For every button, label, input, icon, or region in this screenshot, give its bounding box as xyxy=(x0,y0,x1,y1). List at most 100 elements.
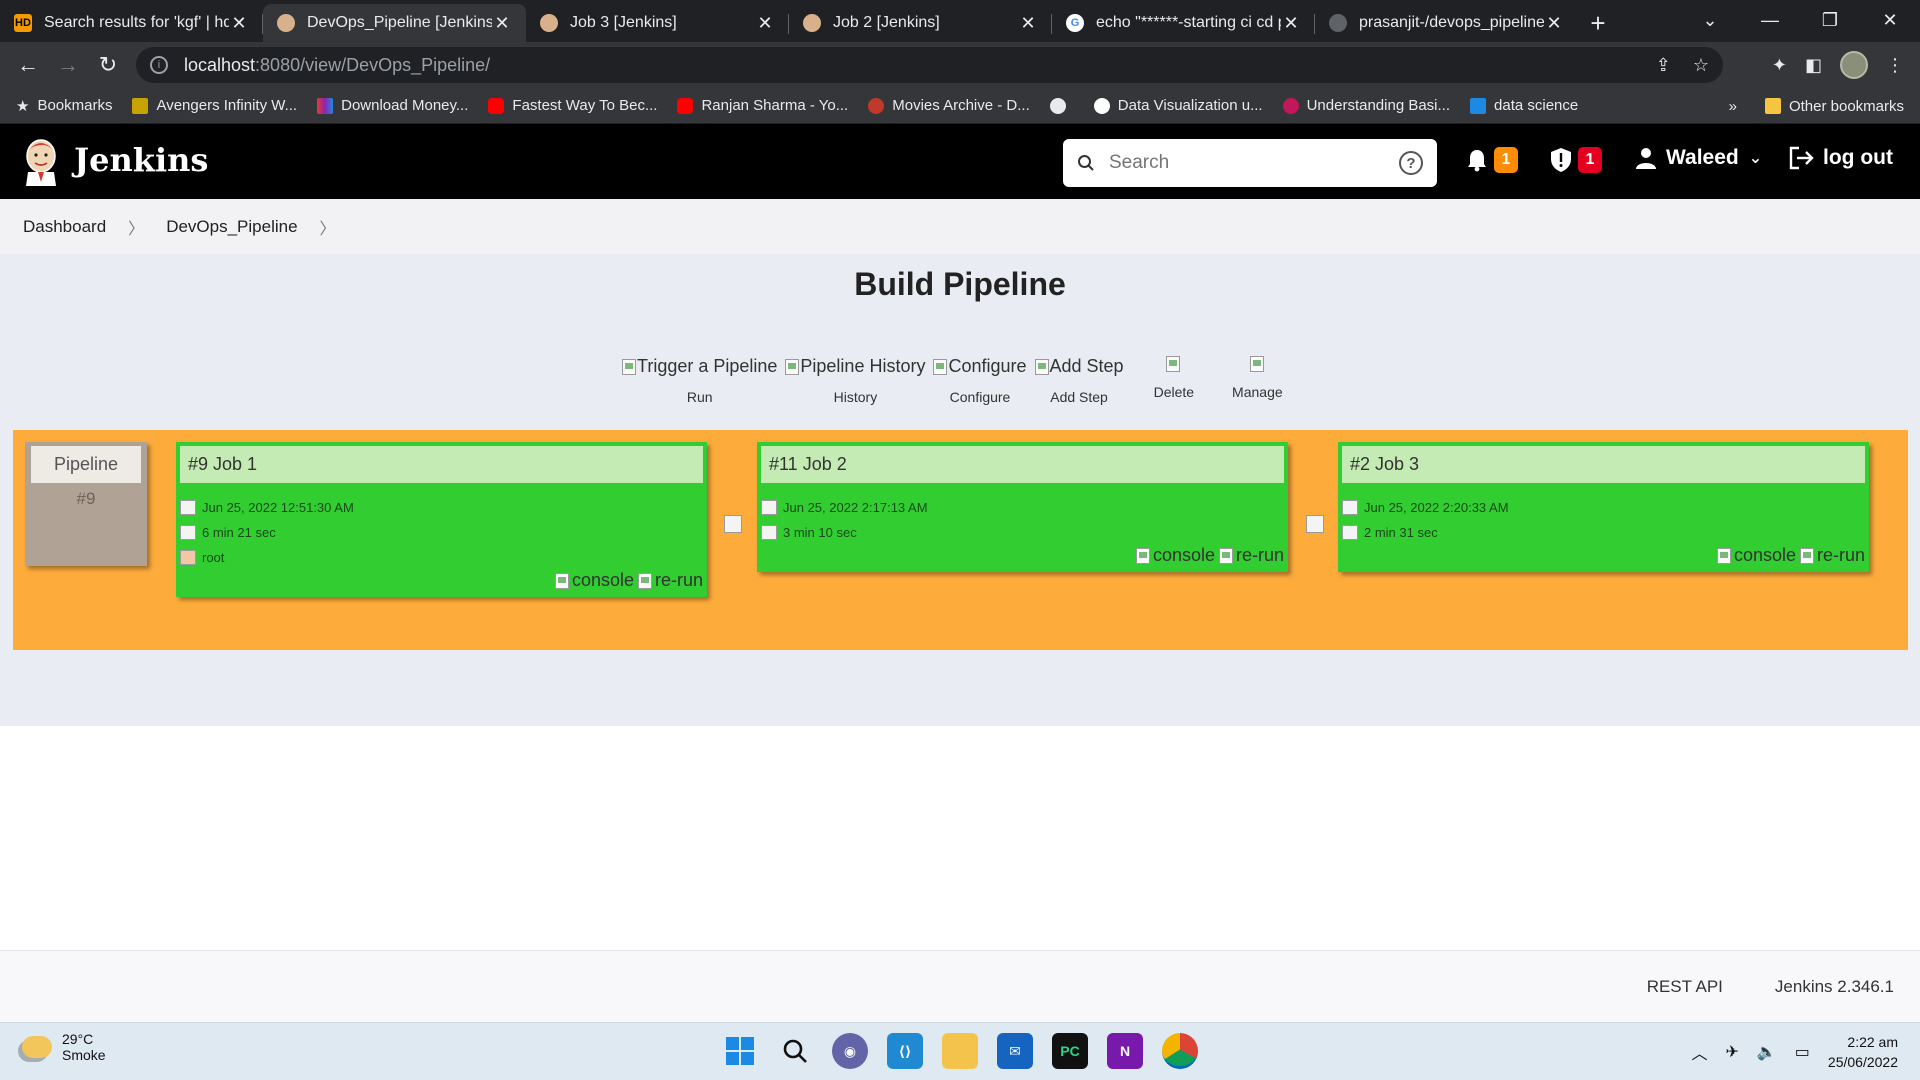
pycharm-icon[interactable]: PC xyxy=(1052,1033,1088,1069)
chat-icon[interactable]: ◉ xyxy=(832,1033,868,1069)
onenote-icon[interactable]: N xyxy=(1107,1033,1143,1069)
action-label[interactable]: Run xyxy=(687,389,713,405)
rerun-button[interactable]: re-run xyxy=(636,570,703,591)
vscode-icon[interactable]: ⟨⟩ xyxy=(887,1033,923,1069)
close-tab-icon[interactable]: ✕ xyxy=(1018,13,1038,34)
back-button[interactable]: ← xyxy=(8,45,48,85)
windows-start-icon[interactable] xyxy=(722,1033,758,1069)
tab-search-icon[interactable]: ⌄ xyxy=(1680,10,1740,31)
pipeline-history-image[interactable]: Pipeline History xyxy=(785,356,925,377)
mail-icon[interactable]: ✉ xyxy=(997,1033,1033,1069)
bookmark-item[interactable]: Ranjan Sharma - Yo... xyxy=(677,97,848,114)
chevron-right-icon[interactable]: 〉 xyxy=(128,215,144,239)
chevron-right-icon[interactable]: 〉 xyxy=(320,215,336,239)
configure-action[interactable]: Configure Configure xyxy=(933,356,1027,405)
trigger-pipeline-image[interactable]: Trigger a Pipeline xyxy=(622,356,777,377)
reload-button[interactable]: ↻ xyxy=(88,45,128,85)
close-tab-icon[interactable]: ✕ xyxy=(1544,13,1564,34)
bookmark-item[interactable]: Movies Archive - D... xyxy=(868,97,1030,114)
browser-tab[interactable]: HD Search results for 'kgf' | hdt ✕ xyxy=(0,4,263,42)
help-icon[interactable]: ? xyxy=(1399,151,1423,175)
console-label: console xyxy=(571,570,634,590)
network-icon[interactable]: ✈ xyxy=(1725,1042,1738,1062)
user-menu[interactable]: Waleed ⌄ xyxy=(1636,146,1762,170)
bookmark-item[interactable]: ★ Bookmarks xyxy=(16,97,112,115)
forward-button[interactable]: → xyxy=(48,45,88,85)
browser-tab[interactable]: prasanjit-/devops_pipeline ✕ xyxy=(1315,4,1578,42)
clock[interactable]: 2:22 am 25/06/2022 xyxy=(1828,1032,1898,1072)
close-window-button[interactable]: ✕ xyxy=(1860,10,1920,31)
minimize-button[interactable]: — xyxy=(1740,10,1800,31)
browser-tab[interactable]: G echo "******-starting ci cd p ✕ xyxy=(1052,4,1315,42)
close-tab-icon[interactable]: ✕ xyxy=(492,13,512,34)
address-bar[interactable]: i localhost :8080/view/DevOps_Pipeline/ … xyxy=(136,47,1723,83)
share-icon[interactable]: ⇪ xyxy=(1656,55,1671,76)
close-tab-icon[interactable]: ✕ xyxy=(229,13,249,34)
profile-avatar[interactable] xyxy=(1840,51,1868,79)
action-label[interactable]: Manage xyxy=(1232,384,1283,400)
extensions-icon[interactable]: ✦ xyxy=(1772,55,1787,76)
console-button[interactable]: console xyxy=(1134,545,1215,566)
rest-api-link[interactable]: REST API xyxy=(1647,977,1723,997)
battery-icon[interactable]: ▭ xyxy=(1795,1042,1810,1062)
jenkins-version-link[interactable]: Jenkins 2.346.1 xyxy=(1775,977,1894,997)
other-bookmarks[interactable]: Other bookmarks xyxy=(1764,98,1904,115)
chevron-up-icon[interactable]: ︿ xyxy=(1691,1040,1707,1064)
manage-image[interactable] xyxy=(1249,356,1265,372)
bookmark-item[interactable]: Download Money... xyxy=(317,97,468,114)
jenkins-brand[interactable]: Jenkins xyxy=(74,141,208,179)
rerun-button[interactable]: re-run xyxy=(1798,545,1865,566)
restore-button[interactable]: ❐ xyxy=(1800,10,1860,31)
side-panel-icon[interactable]: ◧ xyxy=(1805,55,1822,76)
pipeline-number[interactable]: #9 xyxy=(25,489,147,509)
rerun-button[interactable]: re-run xyxy=(1217,545,1284,566)
jenkins-logo-icon[interactable] xyxy=(22,138,60,186)
action-label[interactable]: History xyxy=(834,389,878,405)
action-label[interactable]: Add Step xyxy=(1050,389,1108,405)
close-tab-icon[interactable]: ✕ xyxy=(1281,13,1301,34)
chrome-icon[interactable] xyxy=(1162,1033,1198,1069)
add-step-image[interactable]: Add Step xyxy=(1034,356,1124,377)
close-tab-icon[interactable]: ✕ xyxy=(755,13,775,34)
bookmark-item[interactable]: Avengers Infinity W... xyxy=(132,97,297,114)
console-button[interactable]: console xyxy=(1715,545,1796,566)
search-box[interactable]: ? xyxy=(1063,139,1437,187)
delete-action[interactable]: Delete xyxy=(1154,356,1194,400)
manage-action[interactable]: Manage xyxy=(1232,356,1283,400)
configure-image[interactable]: Configure xyxy=(933,356,1027,377)
new-tab-button[interactable]: + xyxy=(1578,4,1618,42)
browser-tab-active[interactable]: DevOps_Pipeline [Jenkins] ✕ xyxy=(263,4,526,42)
add-step-action[interactable]: Add Step Add Step xyxy=(1034,356,1124,405)
breadcrumb-dashboard[interactable]: Dashboard xyxy=(23,217,106,237)
site-info-icon[interactable]: i xyxy=(150,56,168,74)
job-title[interactable]: #11 Job 2 xyxy=(761,446,1284,483)
console-button[interactable]: console xyxy=(553,570,634,591)
action-label[interactable]: Configure xyxy=(950,389,1011,405)
job-title[interactable]: #9 Job 1 xyxy=(180,446,703,483)
search-input[interactable] xyxy=(1109,152,1399,174)
bookmark-item[interactable]: Understanding Basi... xyxy=(1282,97,1450,114)
history-action[interactable]: Pipeline History History xyxy=(785,356,925,405)
bookmark-item[interactable]: data science xyxy=(1470,97,1578,114)
weather-widget[interactable]: 29°C Smoke xyxy=(22,1031,106,1063)
bookmark-star-icon[interactable]: ☆ xyxy=(1693,55,1709,76)
bookmark-item[interactable]: Data Visualization u... xyxy=(1093,97,1263,114)
more-bookmarks-button[interactable]: » xyxy=(1729,98,1737,115)
browser-tab[interactable]: Job 2 [Jenkins] ✕ xyxy=(789,4,1052,42)
action-label[interactable]: Delete xyxy=(1154,384,1194,400)
volume-icon[interactable]: 🔈 xyxy=(1757,1042,1777,1062)
pipeline-revision-box[interactable]: Pipeline #9 xyxy=(25,442,147,566)
bookmark-item[interactable] xyxy=(1049,97,1074,114)
notifications-button[interactable]: 1 xyxy=(1466,147,1518,173)
bookmark-item[interactable]: Fastest Way To Bec... xyxy=(488,97,657,114)
breadcrumb-devops-pipeline[interactable]: DevOps_Pipeline xyxy=(166,217,297,237)
file-explorer-icon[interactable] xyxy=(942,1033,978,1069)
browser-tab[interactable]: Job 3 [Jenkins] ✕ xyxy=(526,4,789,42)
delete-image[interactable] xyxy=(1166,356,1181,372)
job-title[interactable]: #2 Job 3 xyxy=(1342,446,1865,483)
browser-menu-icon[interactable]: ⋮ xyxy=(1886,55,1904,76)
security-button[interactable]: 1 xyxy=(1550,147,1602,173)
search-icon[interactable] xyxy=(777,1033,813,1069)
run-action[interactable]: Trigger a Pipeline Run xyxy=(622,356,777,405)
logout-button[interactable]: log out xyxy=(1789,146,1893,170)
